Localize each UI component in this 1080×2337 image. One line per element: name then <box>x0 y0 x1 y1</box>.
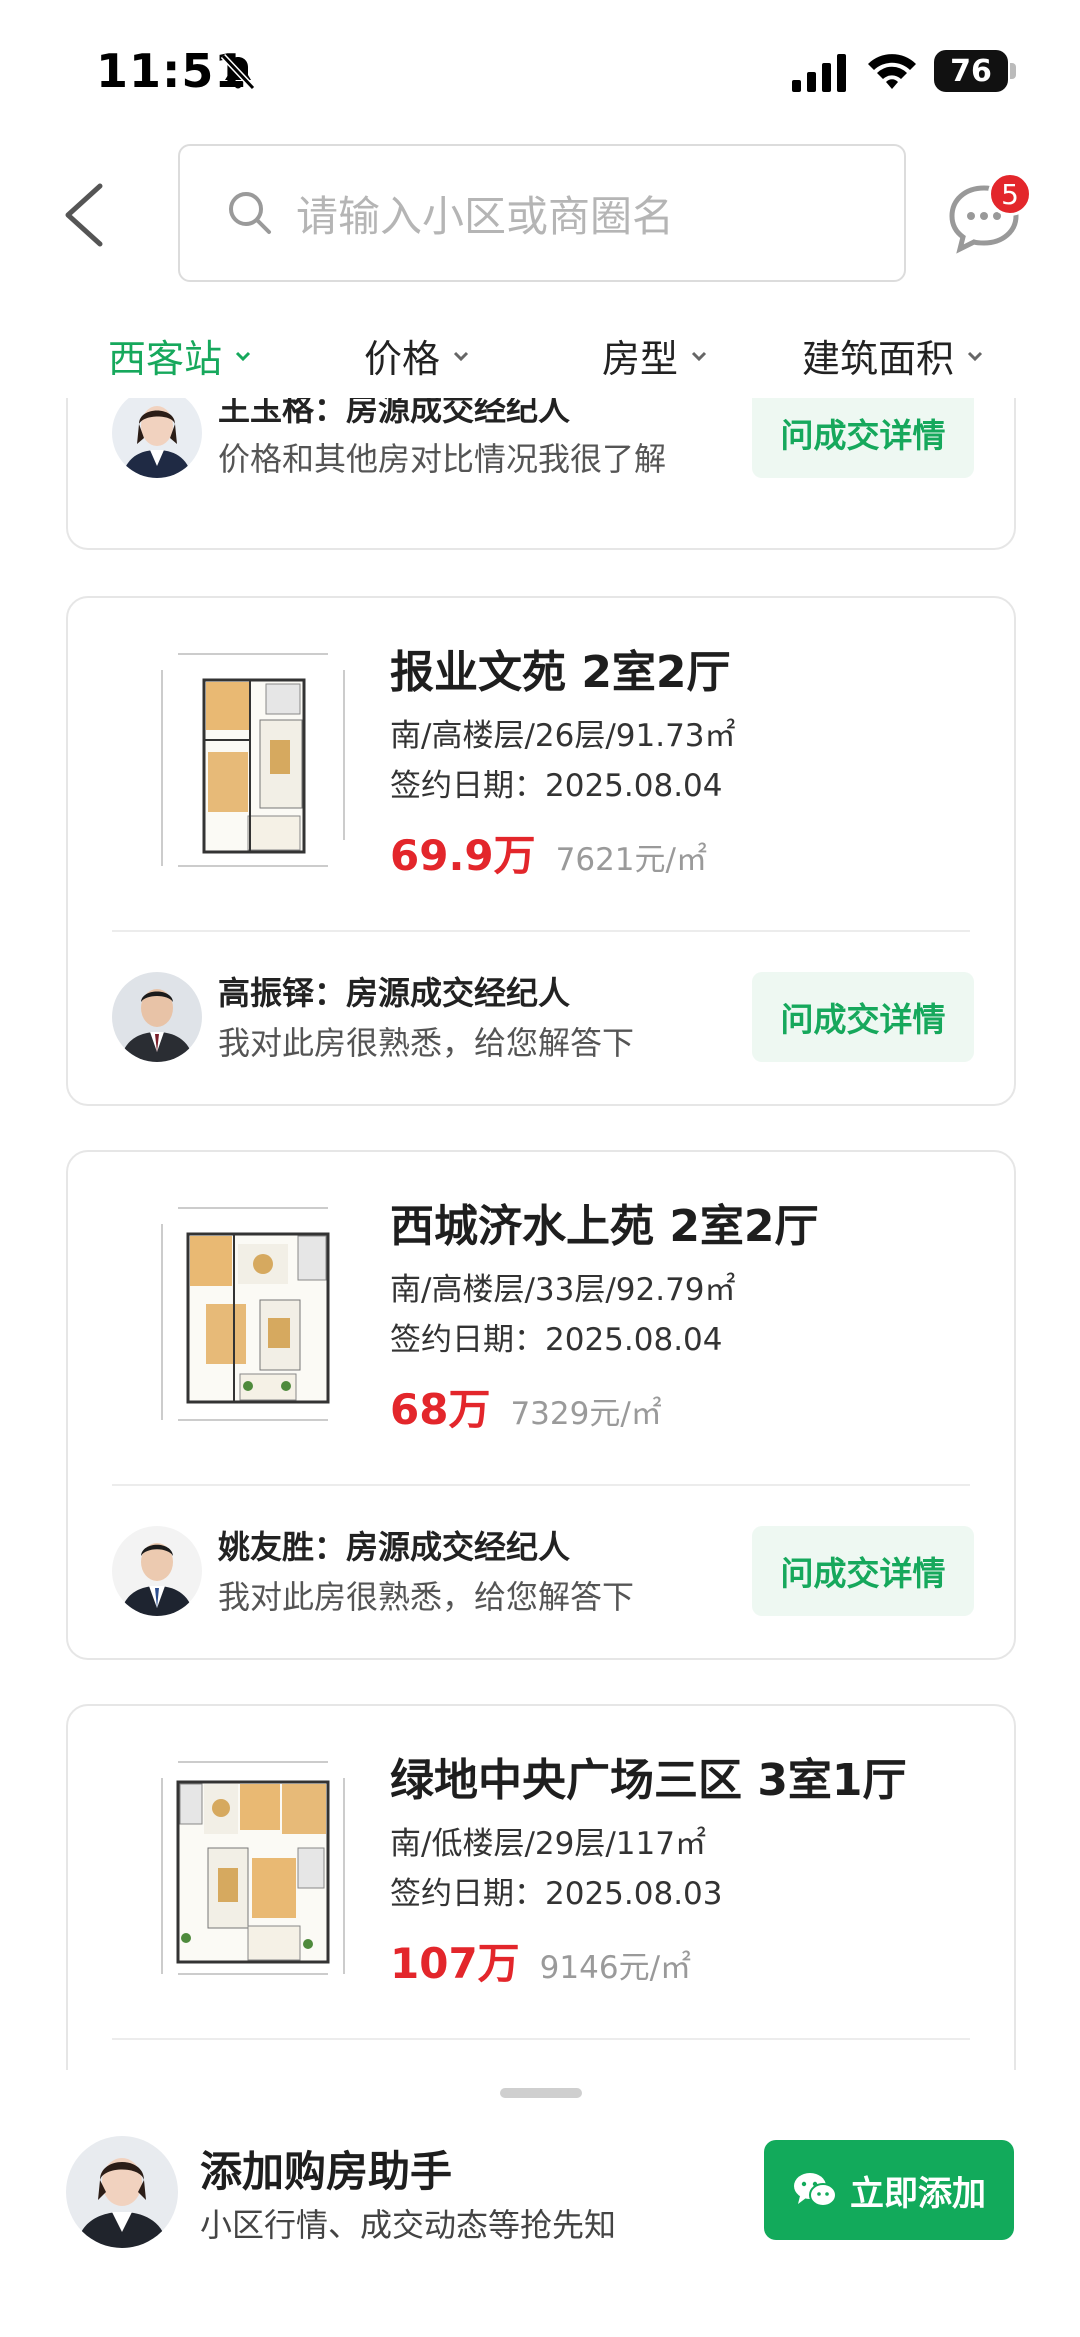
filter-layout-label: 房型 <box>602 337 679 381</box>
agent-name: 高振铎：房源成交经纪人 <box>218 974 571 1012</box>
filter-area-label: 建筑面积 <box>802 337 955 381</box>
agent-avatar <box>112 1526 202 1616</box>
house-info: 南/高楼层/26层/91.73㎡ <box>390 718 736 754</box>
messages-button[interactable]: 5 <box>946 172 1032 254</box>
floorplan-image <box>148 1748 358 1988</box>
total-price: 107万 <box>390 1939 520 1988</box>
agent-row: 姚友胜：房源成交经纪人 我对此房很熟悉，给您解答下 问成交详情 <box>68 1484 1014 1660</box>
listing-card[interactable]: 绿地中央广场三区 3室1厅 南/低楼层/29层/117㎡ 签约日期：2025.0… <box>66 1704 1016 2070</box>
house-info: 南/高楼层/33层/92.79㎡ <box>390 1272 736 1308</box>
filter-price-label: 价格 <box>364 337 441 381</box>
assistant-avatar <box>66 2136 178 2248</box>
assistant-title: 添加购房助手 <box>200 2147 453 2196</box>
agent-name: 姚友胜：房源成交经纪人 <box>218 1528 571 1566</box>
ask-deal-details-button[interactable]: 问成交详情 <box>752 972 974 1062</box>
agent-name: 王玉格：房源成交经纪人 <box>218 398 571 428</box>
status-bar: 11:51 76 <box>0 0 1080 140</box>
agent-description: 我对此房很熟悉，给您解答下 <box>218 1024 635 1062</box>
listing-summary[interactable]: 西城济水上苑 2室2厅 南/高楼层/33层/92.79㎡ 签约日期：2025.0… <box>68 1152 1014 1484</box>
listing-summary[interactable]: 报业文苑 2室2厅 南/高楼层/26层/91.73㎡ 签约日期：2025.08.… <box>68 598 1014 930</box>
house-title: 绿地中央广场三区 3室1厅 <box>390 1755 907 1806</box>
chevron-down-icon <box>967 351 983 361</box>
listing-card[interactable]: 王玉格：房源成交经纪人 价格和其他房对比情况我很了解 问成交详情 <box>66 398 1016 550</box>
sign-date: 签约日期：2025.08.04 <box>390 768 723 804</box>
filter-location-label: 西客站 <box>108 337 223 381</box>
add-now-button[interactable]: 立即添加 <box>764 2140 1014 2240</box>
floorplan-image <box>148 640 358 880</box>
assistant-bar: 添加购房助手 小区行情、成交动态等抢先知 立即添加 <box>0 2070 1080 2337</box>
battery-level: 76 <box>934 50 1008 92</box>
house-title: 报业文苑 2室2厅 <box>390 647 731 698</box>
unit-price: 9146元/㎡ <box>539 1950 692 1986</box>
ask-deal-details-button[interactable]: 问成交详情 <box>752 398 974 478</box>
search-placeholder: 请输入小区或商圈名 <box>296 191 675 241</box>
filter-location[interactable]: 西客站 <box>108 328 252 383</box>
battery-indicator: 76 <box>934 50 1016 92</box>
divider <box>112 2038 970 2040</box>
chevron-down-icon <box>235 351 251 361</box>
agent-row: 王玉格：房源成交经纪人 价格和其他房对比情况我很了解 问成交详情 <box>68 398 1014 548</box>
agent-description: 我对此房很熟悉，给您解答下 <box>218 1578 635 1616</box>
total-price: 68万 <box>390 1385 491 1434</box>
assistant-subtitle: 小区行情、成交动态等抢先知 <box>200 2206 617 2244</box>
filter-bar: 西客站 价格 房型 建筑面积 <box>0 318 1080 398</box>
agent-description: 价格和其他房对比情况我很了解 <box>218 440 667 478</box>
search-input[interactable]: 请输入小区或商圈名 <box>178 144 906 282</box>
bell-muted-icon <box>220 53 256 91</box>
house-title: 西城济水上苑 2室2厅 <box>390 1201 819 1252</box>
agent-avatar <box>112 398 202 478</box>
price-row: 107万 9146元/㎡ <box>390 1930 691 1991</box>
listing-summary[interactable]: 绿地中央广场三区 3室1厅 南/低楼层/29层/117㎡ 签约日期：2025.0… <box>68 1706 1014 2038</box>
sign-date: 签约日期：2025.08.03 <box>390 1876 723 1912</box>
agent-row: 高振铎：房源成交经纪人 我对此房很熟悉，给您解答下 问成交详情 <box>68 930 1014 1106</box>
wifi-icon <box>868 54 916 89</box>
total-price: 69.9万 <box>390 831 536 880</box>
add-now-label: 立即添加 <box>850 2173 986 2214</box>
price-row: 69.9万 7621元/㎡ <box>390 822 707 883</box>
unit-price: 7329元/㎡ <box>510 1396 662 1432</box>
sign-date: 签约日期：2025.08.04 <box>390 1322 723 1358</box>
ask-deal-details-button[interactable]: 问成交详情 <box>752 1526 974 1616</box>
message-count-badge: 5 <box>988 172 1032 216</box>
drag-handle[interactable] <box>500 2088 582 2098</box>
back-icon[interactable] <box>56 180 112 250</box>
house-info: 南/低楼层/29层/117㎡ <box>390 1826 706 1862</box>
listing-card[interactable]: 西城济水上苑 2室2厅 南/高楼层/33层/92.79㎡ 签约日期：2025.0… <box>66 1150 1016 1660</box>
price-row: 68万 7329元/㎡ <box>390 1376 662 1437</box>
unit-price: 7621元/㎡ <box>555 842 707 878</box>
listing-card[interactable]: 报业文苑 2室2厅 南/高楼层/26层/91.73㎡ 签约日期：2025.08.… <box>66 596 1016 1106</box>
agent-avatar <box>112 972 202 1062</box>
battery-cap <box>1010 63 1016 79</box>
filter-layout[interactable]: 房型 <box>602 328 708 383</box>
chevron-down-icon <box>691 351 707 361</box>
floorplan-image <box>148 1194 358 1434</box>
cellular-signal-icon <box>792 54 846 92</box>
transaction-list[interactable]: 王玉格：房源成交经纪人 价格和其他房对比情况我很了解 问成交详情 报业文苑 2室… <box>0 398 1080 2070</box>
filter-price[interactable]: 价格 <box>364 328 470 383</box>
search-icon <box>229 192 271 234</box>
wechat-icon <box>794 2173 837 2207</box>
filter-area[interactable]: 建筑面积 <box>802 328 984 383</box>
chevron-down-icon <box>453 351 469 361</box>
